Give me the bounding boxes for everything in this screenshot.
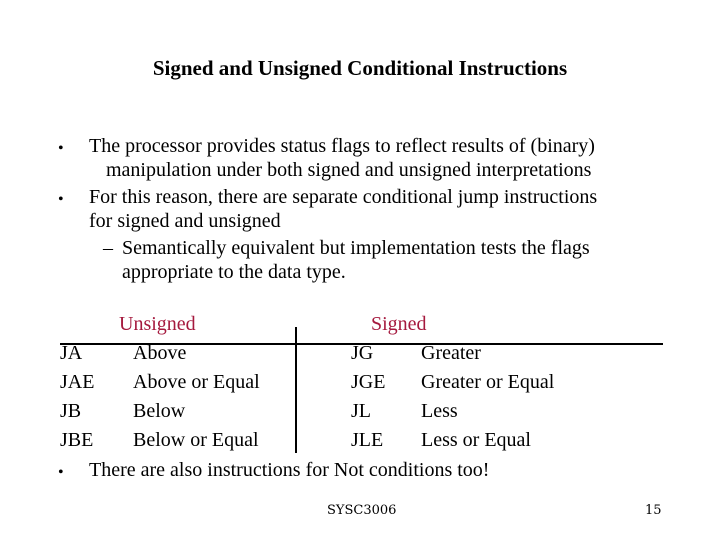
signed-op: JL: [351, 400, 371, 422]
unsigned-desc: Above or Equal: [133, 371, 260, 393]
unsigned-header: Unsigned: [119, 313, 196, 335]
unsigned-op: JB: [60, 400, 82, 422]
bullet-1-line-1: The processor provides status flags to r…: [89, 135, 595, 157]
footer-course: SYSC3006: [327, 503, 397, 518]
signed-header: Signed: [371, 313, 427, 335]
bullet-2-line-1: For this reason, there are separate cond…: [89, 186, 598, 208]
bullet-icon: •: [58, 191, 64, 208]
signed-op: JGE: [351, 371, 386, 393]
signed-op: JLE: [351, 429, 384, 451]
unsigned-desc: Above: [133, 342, 187, 364]
sub-bullet-line-2: appropriate to the data type.: [122, 261, 346, 283]
final-bullet-text: There are also instructions for Not cond…: [89, 459, 490, 481]
signed-desc: Less: [421, 400, 458, 422]
signed-desc: Greater or Equal: [421, 371, 555, 393]
bullet-icon: •: [58, 140, 64, 157]
dash-icon: –: [103, 237, 113, 259]
slide-title: Signed and Unsigned Conditional Instruct…: [152, 56, 568, 80]
unsigned-desc: Below or Equal: [133, 429, 259, 451]
unsigned-desc: Below: [133, 400, 186, 422]
sub-bullet-line-1: Semantically equivalent but implementati…: [122, 237, 590, 259]
unsigned-op: JBE: [60, 429, 94, 451]
signed-desc: Less or Equal: [421, 429, 531, 451]
table-column-divider: [295, 327, 297, 453]
signed-op: JG: [351, 342, 374, 364]
unsigned-op: JA: [60, 342, 83, 364]
unsigned-op: JAE: [60, 371, 95, 393]
signed-desc: Greater: [421, 342, 481, 364]
footer-page-number: 15: [645, 503, 662, 518]
bullet-2-line-2: for signed and unsigned: [89, 210, 281, 232]
bullet-1-line-2: manipulation under both signed and unsig…: [106, 159, 592, 181]
bullet-icon: •: [58, 464, 64, 481]
